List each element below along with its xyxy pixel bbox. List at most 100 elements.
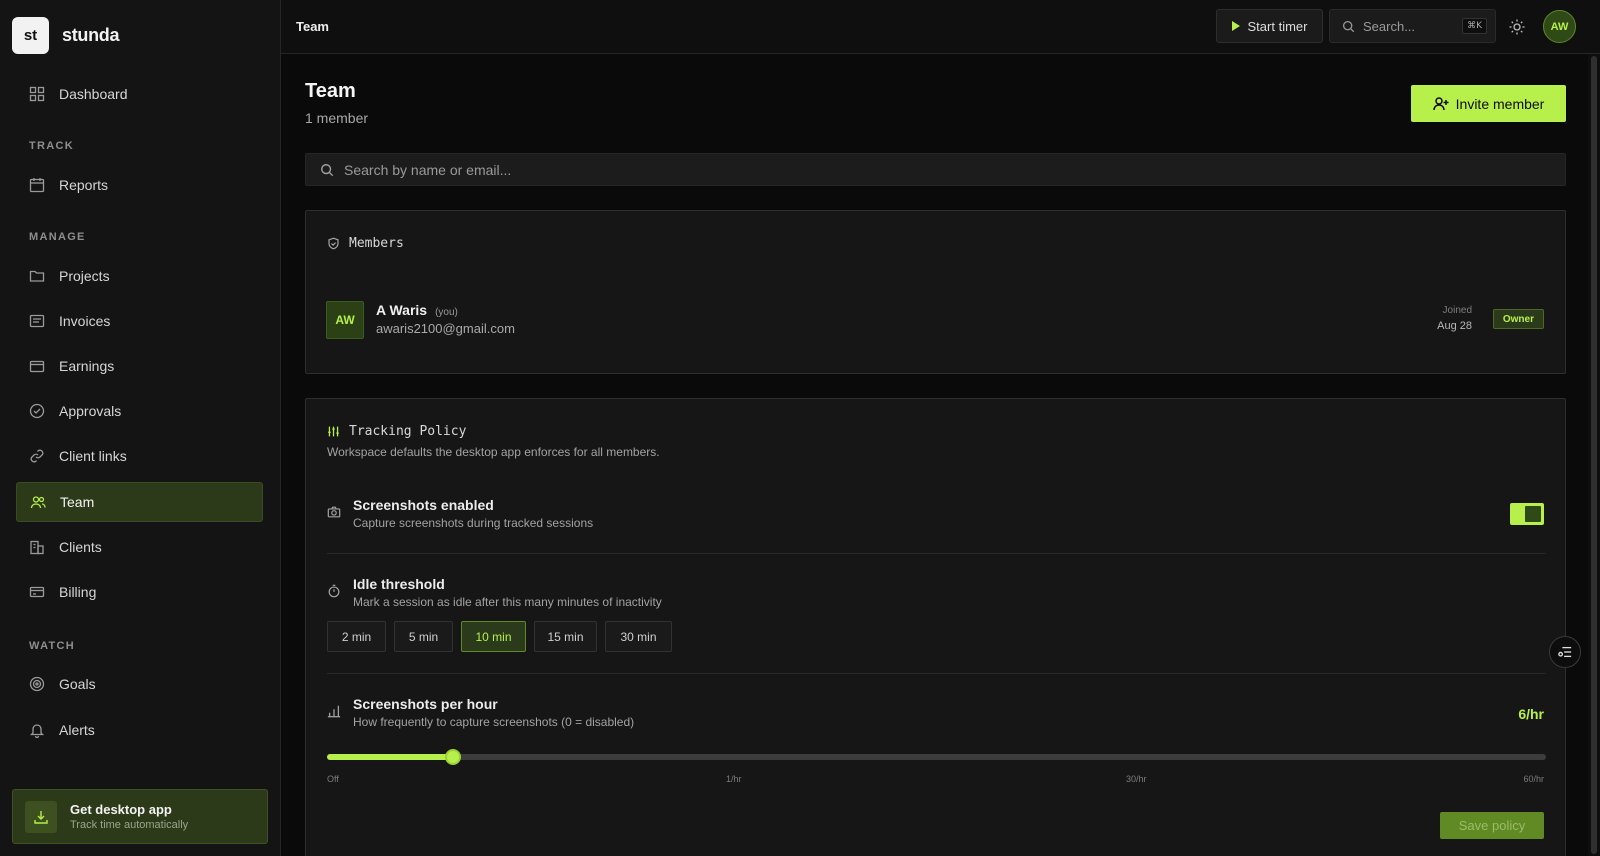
section-label-track: TRACK (29, 140, 74, 152)
sidebar-item-invoices[interactable]: Invoices (16, 301, 263, 341)
member-email: awaris2100@gmail.com (376, 321, 515, 336)
search-shortcut: ⌘K (1462, 18, 1487, 34)
sidebar-item-clients[interactable]: Clients (16, 527, 263, 567)
invite-member-label: Invite member (1455, 95, 1545, 112)
sidebar-item-label: Dashboard (59, 86, 128, 102)
global-search-placeholder: Search... (1363, 18, 1416, 34)
member-name: A Waris (376, 302, 428, 318)
scrollbar-thumb[interactable] (1591, 56, 1597, 854)
section-label-manage: MANAGE (29, 231, 86, 243)
card-icon (29, 584, 45, 600)
idle-threshold-description: Mark a session as idle after this many m… (353, 595, 662, 609)
screenshots-per-hour-slider[interactable] (327, 749, 1546, 765)
check-badge-icon (29, 403, 45, 419)
tracking-policy-card: Tracking Policy Workspace defaults the d… (305, 398, 1566, 856)
member-count: 1 member (305, 110, 369, 126)
sidebar-item-label: Earnings (59, 358, 115, 374)
toggle-knob (1525, 506, 1541, 522)
divider (327, 553, 1546, 554)
joined-label: Joined (1442, 305, 1472, 316)
bell-icon (29, 722, 45, 738)
global-search[interactable]: Search... ⌘K (1329, 9, 1496, 43)
section-label-watch: WATCH (29, 640, 76, 652)
sidebar-item-billing[interactable]: Billing (16, 572, 263, 612)
logo-mark: st (12, 17, 49, 54)
member-search-input[interactable] (344, 161, 1544, 178)
policy-heading-label: Tracking Policy (349, 424, 467, 439)
slider-tick-60hr: 60/hr (1523, 774, 1544, 784)
sidebar-item-team[interactable]: Team (16, 482, 263, 522)
sidebar-item-label: Client links (59, 448, 127, 464)
sidebar-item-alerts[interactable]: Alerts (16, 710, 263, 750)
sidebar-item-projects[interactable]: Projects (16, 256, 263, 296)
save-policy-button[interactable]: Save policy (1440, 812, 1544, 839)
floating-menu-button[interactable] (1549, 636, 1581, 668)
shield-icon (327, 237, 340, 250)
sidebar-item-label: Alerts (59, 722, 95, 738)
idle-option-15-min[interactable]: 15 min (534, 621, 597, 652)
building-icon (29, 539, 45, 555)
members-heading-label: Members (349, 236, 404, 251)
desktop-app-title: Get desktop app (70, 802, 172, 817)
policy-description: Workspace defaults the desktop app enfor… (327, 445, 660, 459)
divider (327, 673, 1546, 674)
user-avatar[interactable]: AW (1543, 10, 1576, 43)
invite-member-button[interactable]: Invite member (1411, 85, 1566, 122)
users-icon (30, 494, 46, 510)
search-icon (321, 163, 334, 176)
role-badge: Owner (1492, 309, 1544, 329)
sidebar: st stunda Dashboard TRACK Reports MANAGE… (0, 0, 281, 856)
sidebar-item-earnings[interactable]: Earnings (16, 346, 263, 386)
sidebar-item-label: Team (60, 494, 95, 510)
sidebar-item-approvals[interactable]: Approvals (16, 391, 263, 431)
you-tag: (you) (435, 307, 458, 318)
slider-tick-off: Off (327, 774, 339, 784)
link-icon (29, 448, 45, 464)
screenshots-per-hour-description: How frequently to capture screenshots (0… (353, 715, 635, 729)
idle-option-30-min[interactable]: 30 min (605, 621, 672, 652)
theme-toggle-sun-icon[interactable] (1508, 18, 1526, 36)
sidebar-item-label: Projects (59, 268, 110, 284)
joined-date: Aug 28 (1437, 320, 1472, 332)
logo[interactable]: st stunda (12, 17, 120, 54)
download-icon (25, 800, 57, 833)
idle-option-5-min[interactable]: 5 min (394, 621, 453, 652)
folder-icon (29, 268, 45, 284)
screenshots-enabled-description: Capture screenshots during tracked sessi… (353, 516, 594, 530)
page-title: Team (305, 80, 356, 102)
sidebar-item-label: Goals (59, 676, 96, 692)
search-icon (1342, 20, 1355, 32)
bar-chart-icon (327, 704, 341, 718)
slider-handle[interactable] (444, 749, 461, 765)
menu-settings-icon (1558, 646, 1572, 658)
sidebar-item-label: Invoices (59, 313, 111, 329)
screenshots-toggle[interactable] (1510, 503, 1544, 525)
screenshots-enabled-title: Screenshots enabled (353, 497, 494, 513)
slider-tick-30hr: 30/hr (1126, 774, 1147, 784)
sidebar-item-goals[interactable]: Goals (16, 664, 263, 704)
member-avatar: AW (326, 301, 364, 339)
sidebar-item-label: Approvals (59, 403, 122, 419)
timer-icon (327, 584, 341, 598)
sidebar-item-label: Clients (59, 539, 102, 555)
start-timer-button[interactable]: Start timer (1216, 9, 1323, 43)
page-scrollbar[interactable] (1588, 54, 1600, 856)
sidebar-item-reports[interactable]: Reports (16, 165, 263, 205)
target-icon (29, 676, 45, 692)
sidebar-item-client-links[interactable]: Client links (16, 436, 263, 476)
grid-icon (29, 86, 45, 102)
idle-option-10-min[interactable]: 10 min (461, 621, 526, 652)
user-plus-icon (1432, 96, 1449, 112)
member-name-line: A Waris (you) (376, 302, 458, 318)
policy-heading: Tracking Policy (327, 424, 466, 439)
get-desktop-app-card[interactable]: Get desktop app Track time automatically (12, 789, 268, 844)
wallet-icon (29, 358, 45, 374)
sliders-icon (327, 425, 340, 438)
sidebar-item-dashboard[interactable]: Dashboard (16, 74, 263, 114)
breadcrumb: Team (296, 19, 329, 34)
invoice-icon (29, 313, 45, 329)
member-search[interactable] (305, 153, 1566, 186)
camera-icon (327, 505, 341, 519)
idle-option-2-min[interactable]: 2 min (327, 621, 386, 652)
members-heading: Members (327, 236, 404, 251)
